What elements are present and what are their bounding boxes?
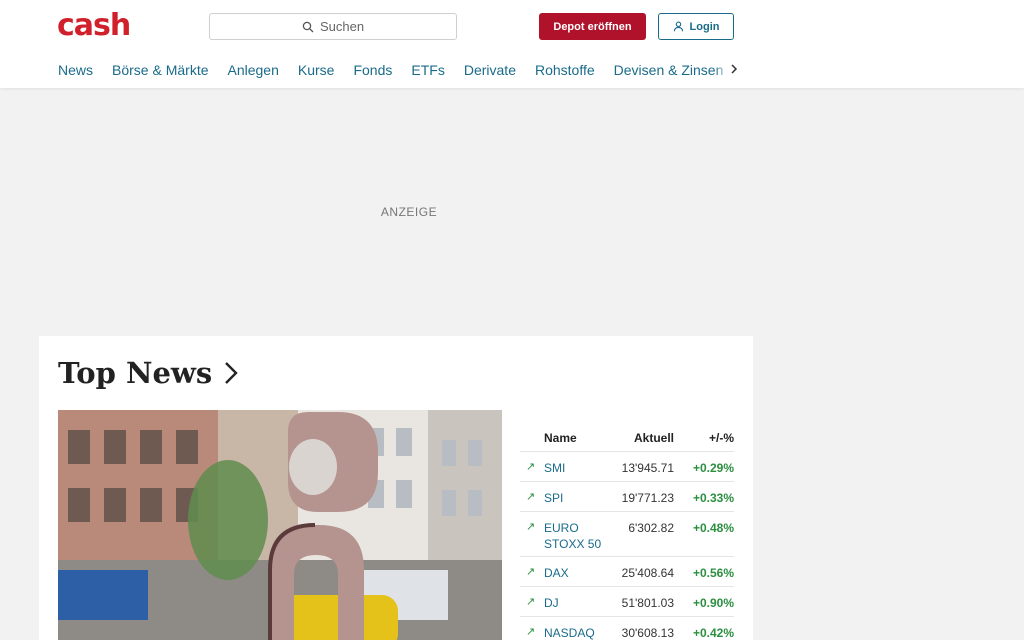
- index-change: +0.56%: [692, 566, 734, 580]
- user-icon: [673, 21, 683, 32]
- nav-item-news[interactable]: News: [58, 62, 93, 78]
- index-value: 19'771.23: [621, 491, 674, 505]
- column-header-value[interactable]: Aktuell: [606, 430, 674, 446]
- table-row[interactable]: ↗ EURO STOXX 50 6'302.82 +0.48%: [520, 512, 734, 557]
- top-news-image[interactable]: [58, 410, 502, 640]
- index-change: +0.42%: [692, 626, 734, 640]
- index-name[interactable]: EURO STOXX 50: [544, 520, 606, 552]
- trend-up-icon: ↗: [526, 461, 536, 473]
- cash-logo[interactable]: cash: [57, 10, 131, 42]
- nav-item-kurse[interactable]: Kurse: [298, 62, 335, 78]
- index-name[interactable]: DJ: [544, 595, 606, 611]
- column-header-change[interactable]: +/-%: [674, 430, 734, 446]
- chevron-right-icon[interactable]: [728, 62, 740, 76]
- table-row[interactable]: ↗ DJ 51'801.03 +0.90%: [520, 587, 734, 617]
- nav-item-devisen-zinsen[interactable]: Devisen & Zinsen: [614, 62, 724, 78]
- index-value: 25'408.64: [621, 566, 674, 580]
- trend-up-icon: ↗: [526, 566, 536, 578]
- trend-up-icon: ↗: [526, 491, 536, 503]
- index-name[interactable]: NASDAQ: [544, 625, 606, 640]
- search-icon: [302, 21, 314, 32]
- nav-item-etfs[interactable]: ETFs: [411, 62, 444, 78]
- index-name[interactable]: SMI: [544, 460, 606, 476]
- index-value: 6'302.82: [628, 521, 674, 535]
- top-news-title: Top News: [58, 356, 213, 390]
- news-photo-illustration: [58, 410, 502, 640]
- table-row[interactable]: ↗ DAX 25'408.64 +0.56%: [520, 557, 734, 587]
- index-change: +0.29%: [692, 461, 734, 475]
- advertisement-slot: ANZEIGE: [0, 88, 818, 335]
- trend-up-icon: ↗: [526, 596, 536, 608]
- open-depot-button[interactable]: Depot eröffnen: [539, 13, 646, 40]
- nav-item-boerse-maerkte[interactable]: Börse & Märkte: [112, 62, 208, 78]
- nav-item-fonds[interactable]: Fonds: [353, 62, 392, 78]
- index-value: 13'945.71: [621, 461, 674, 475]
- ad-label: ANZEIGE: [380, 204, 438, 219]
- index-name[interactable]: DAX: [544, 565, 606, 581]
- index-name[interactable]: SPI: [544, 490, 606, 506]
- column-header-name[interactable]: Name: [544, 430, 606, 446]
- search-placeholder: Suchen: [319, 19, 365, 34]
- main-nav: News Börse & Märkte Anlegen Kurse Fonds …: [58, 60, 738, 80]
- table-row[interactable]: ↗ NASDAQ 30'608.13 +0.42%: [520, 617, 734, 640]
- table-row[interactable]: ↗ SMI 13'945.71 +0.29%: [520, 452, 734, 482]
- trend-up-icon: ↗: [526, 521, 536, 533]
- table-header: Name Aktuell +/-%: [520, 424, 734, 452]
- top-news-heading[interactable]: Top News: [58, 356, 238, 390]
- index-change: +0.90%: [692, 596, 734, 610]
- trend-up-icon: ↗: [526, 626, 536, 638]
- nav-item-rohstoffe[interactable]: Rohstoffe: [535, 62, 595, 78]
- nav-item-anlegen[interactable]: Anlegen: [228, 62, 279, 78]
- login-label: Login: [689, 20, 720, 33]
- search-input[interactable]: Suchen: [209, 13, 457, 40]
- index-value: 51'801.03: [621, 596, 674, 610]
- nav-item-derivate[interactable]: Derivate: [464, 62, 516, 78]
- index-change: +0.33%: [692, 491, 734, 505]
- table-row[interactable]: ↗ SPI 19'771.23 +0.33%: [520, 482, 734, 512]
- login-button[interactable]: Login: [658, 13, 734, 40]
- index-value: 30'608.13: [621, 626, 674, 640]
- market-index-table: Name Aktuell +/-% ↗ SMI 13'945.71 +0.29%…: [520, 424, 734, 640]
- index-change: +0.48%: [692, 521, 734, 535]
- chevron-right-icon: [225, 362, 238, 384]
- site-header: cash Suchen Depot eröffnen Login News Bö…: [0, 0, 1024, 88]
